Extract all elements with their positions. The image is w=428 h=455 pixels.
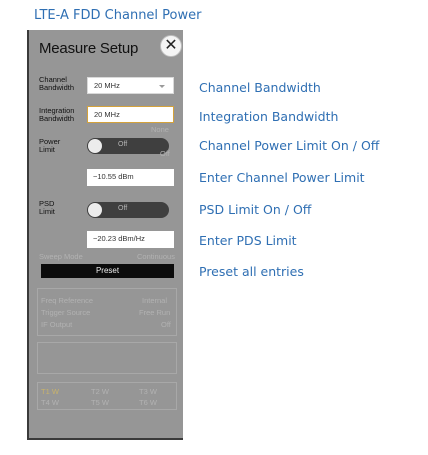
trigger-source-label: Trigger Source — [41, 308, 91, 317]
trace-6-label: T6 W — [139, 398, 157, 407]
faded-value: None — [151, 125, 169, 134]
trace-4-label: T4 W — [41, 398, 59, 407]
if-output-label: IF Output — [41, 320, 73, 329]
callout-channel-power-limit-entry: Enter Channel Power Limit — [199, 170, 365, 185]
power-limit-label: Power Limit — [39, 138, 60, 154]
callout-channel-bandwidth: Channel Bandwidth — [199, 80, 321, 95]
integration-bandwidth-label-line2: Bandwidth — [39, 114, 75, 123]
psd-limit-state: Off — [118, 205, 128, 212]
channel-power-limit-field[interactable]: −10.55 dBm — [87, 169, 174, 186]
callout-psd-limit-entry: Enter PDS Limit — [199, 233, 297, 248]
psd-limit-label: PSD Limit — [39, 200, 55, 216]
toggle-knob — [88, 139, 102, 153]
trace-2-label: T2 W — [91, 387, 109, 396]
channel-bandwidth-value: 20 MHz — [94, 81, 120, 90]
sweep-mode-value: Continuous — [137, 252, 175, 261]
empty-group — [37, 342, 177, 374]
integration-bandwidth-label: Integration Bandwidth — [39, 107, 74, 123]
panel-title: Measure Setup — [39, 40, 139, 57]
callout-integration-bandwidth: Integration Bandwidth — [199, 109, 339, 124]
psd-limit-toggle[interactable]: Off — [87, 202, 169, 218]
close-button[interactable]: ✕ — [160, 35, 182, 57]
channel-power-limit-value: −10.55 dBm — [93, 172, 134, 181]
trace-1-label: T1 W — [41, 387, 59, 396]
power-limit-label-line2: Limit — [39, 145, 55, 154]
freq-reference-label: Freq Reference — [41, 296, 94, 305]
faded-value: Off — [160, 149, 170, 158]
preset-button[interactable]: Preset — [41, 264, 174, 278]
sweep-mode-label: Sweep Mode — [39, 252, 83, 261]
channel-bandwidth-label-line2: Bandwidth — [39, 83, 75, 92]
if-output-value: Off — [161, 320, 171, 329]
power-limit-state: Off — [118, 141, 128, 148]
measure-setup-panel: Measure Setup ✕ Channel Bandwidth 20 MHz… — [27, 30, 183, 440]
callout-channel-power-limit-toggle: Channel Power Limit On / Off — [199, 138, 380, 153]
document-title: LTE-A FDD Channel Power — [34, 8, 202, 23]
integration-bandwidth-value: 20 MHz — [94, 110, 120, 119]
toggle-knob — [88, 203, 102, 217]
psd-limit-field[interactable]: −20.23 dBm/Hz — [87, 231, 174, 248]
freq-reference-value: Internal — [142, 296, 168, 305]
psd-limit-label-line2: Limit — [39, 207, 55, 216]
chevron-down-icon — [159, 85, 165, 88]
psd-limit-value: −20.23 dBm/Hz — [93, 234, 145, 243]
channel-bandwidth-dropdown[interactable]: 20 MHz — [87, 77, 174, 94]
integration-bandwidth-field[interactable]: 20 MHz — [87, 106, 174, 123]
power-limit-toggle[interactable]: Off — [87, 138, 169, 154]
channel-bandwidth-label: Channel Bandwidth — [39, 76, 74, 92]
callout-psd-limit-toggle: PSD Limit On / Off — [199, 202, 312, 217]
trigger-source-value: Free Run — [139, 308, 171, 317]
panel-header: Measure Setup ✕ — [29, 30, 183, 58]
trace-5-label: T5 W — [91, 398, 109, 407]
trace-3-label: T3 W — [139, 387, 157, 396]
close-icon: ✕ — [164, 37, 178, 54]
callout-preset: Preset all entries — [199, 264, 304, 279]
